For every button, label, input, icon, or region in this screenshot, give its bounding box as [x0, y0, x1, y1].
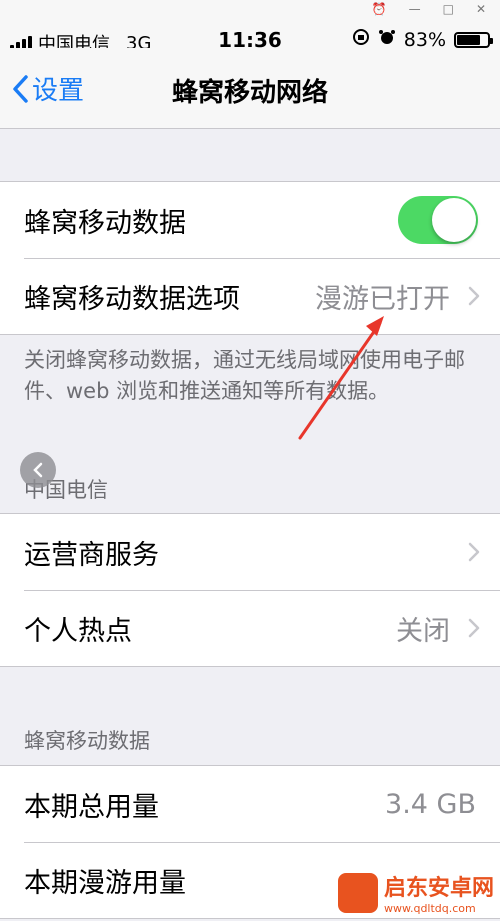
personal-hotspot-label: 个人热点: [24, 615, 132, 647]
carrier-services-row[interactable]: 运营商服务: [0, 514, 500, 590]
cellular-data-toggle[interactable]: [398, 196, 478, 244]
carrier-group: 运营商服务 个人热点 关闭: [0, 513, 500, 667]
watermark: 启东安卓网 www.qdltdq.com: [337, 870, 494, 915]
personal-hotspot-row[interactable]: 个人热点 关闭: [0, 590, 500, 666]
chevron-right-icon: [468, 542, 480, 562]
battery-icon: [454, 31, 493, 48]
watermark-logo-icon: [337, 872, 378, 913]
personal-hotspot-value: 关闭: [396, 615, 450, 647]
current-period-label: 本期总用量: [24, 791, 159, 823]
watermark-url: www.qdltdq.com: [383, 902, 476, 915]
page-title: 蜂窝移动网络: [171, 78, 328, 108]
cellular-data-options-row[interactable]: 蜂窝移动数据选项 漫游已打开: [0, 258, 500, 334]
close-icon[interactable]: ✕: [476, 2, 486, 16]
navigation-bar: 设置 蜂窝移动网络: [0, 48, 500, 129]
current-period-value: 3.4 GB: [385, 788, 476, 820]
cellular-data-group: 蜂窝移动数据 蜂窝移动数据选项 漫游已打开: [0, 181, 500, 335]
watermark-name: 启东安卓网: [383, 876, 494, 901]
cellular-data-footer: 关闭蜂窝移动数据，通过无线局域网使用电子邮件、web 浏览和推送通知等所有数据。: [24, 348, 465, 403]
cellular-data-options-label: 蜂窝移动数据选项: [24, 283, 240, 315]
chevron-left-icon: [33, 462, 43, 478]
toggle-knob: [432, 198, 476, 242]
maximize-icon[interactable]: □: [443, 2, 454, 16]
status-bar: ⏰ — □ ✕ 中国电信 3G 11:36 83%: [0, 0, 500, 55]
current-period-row: 本期总用量 3.4 GB: [0, 766, 500, 842]
roaming-usage-label: 本期漫游用量: [24, 867, 186, 899]
roaming-status-value: 漫游已打开: [315, 283, 450, 315]
floating-back-button[interactable]: [20, 452, 56, 488]
window-controls: ⏰ — □ ✕: [372, 2, 486, 16]
carrier-services-label: 运营商服务: [24, 539, 159, 571]
minimize-icon[interactable]: —: [409, 2, 421, 16]
cellular-data-row: 蜂窝移动数据: [0, 182, 500, 258]
alarm-icon: ⏰: [371, 2, 387, 16]
cellular-data-label: 蜂窝移动数据: [24, 207, 186, 239]
chevron-right-icon: [468, 286, 480, 306]
usage-section-header: 蜂窝移动数据: [24, 729, 150, 753]
chevron-right-icon: [468, 618, 480, 638]
